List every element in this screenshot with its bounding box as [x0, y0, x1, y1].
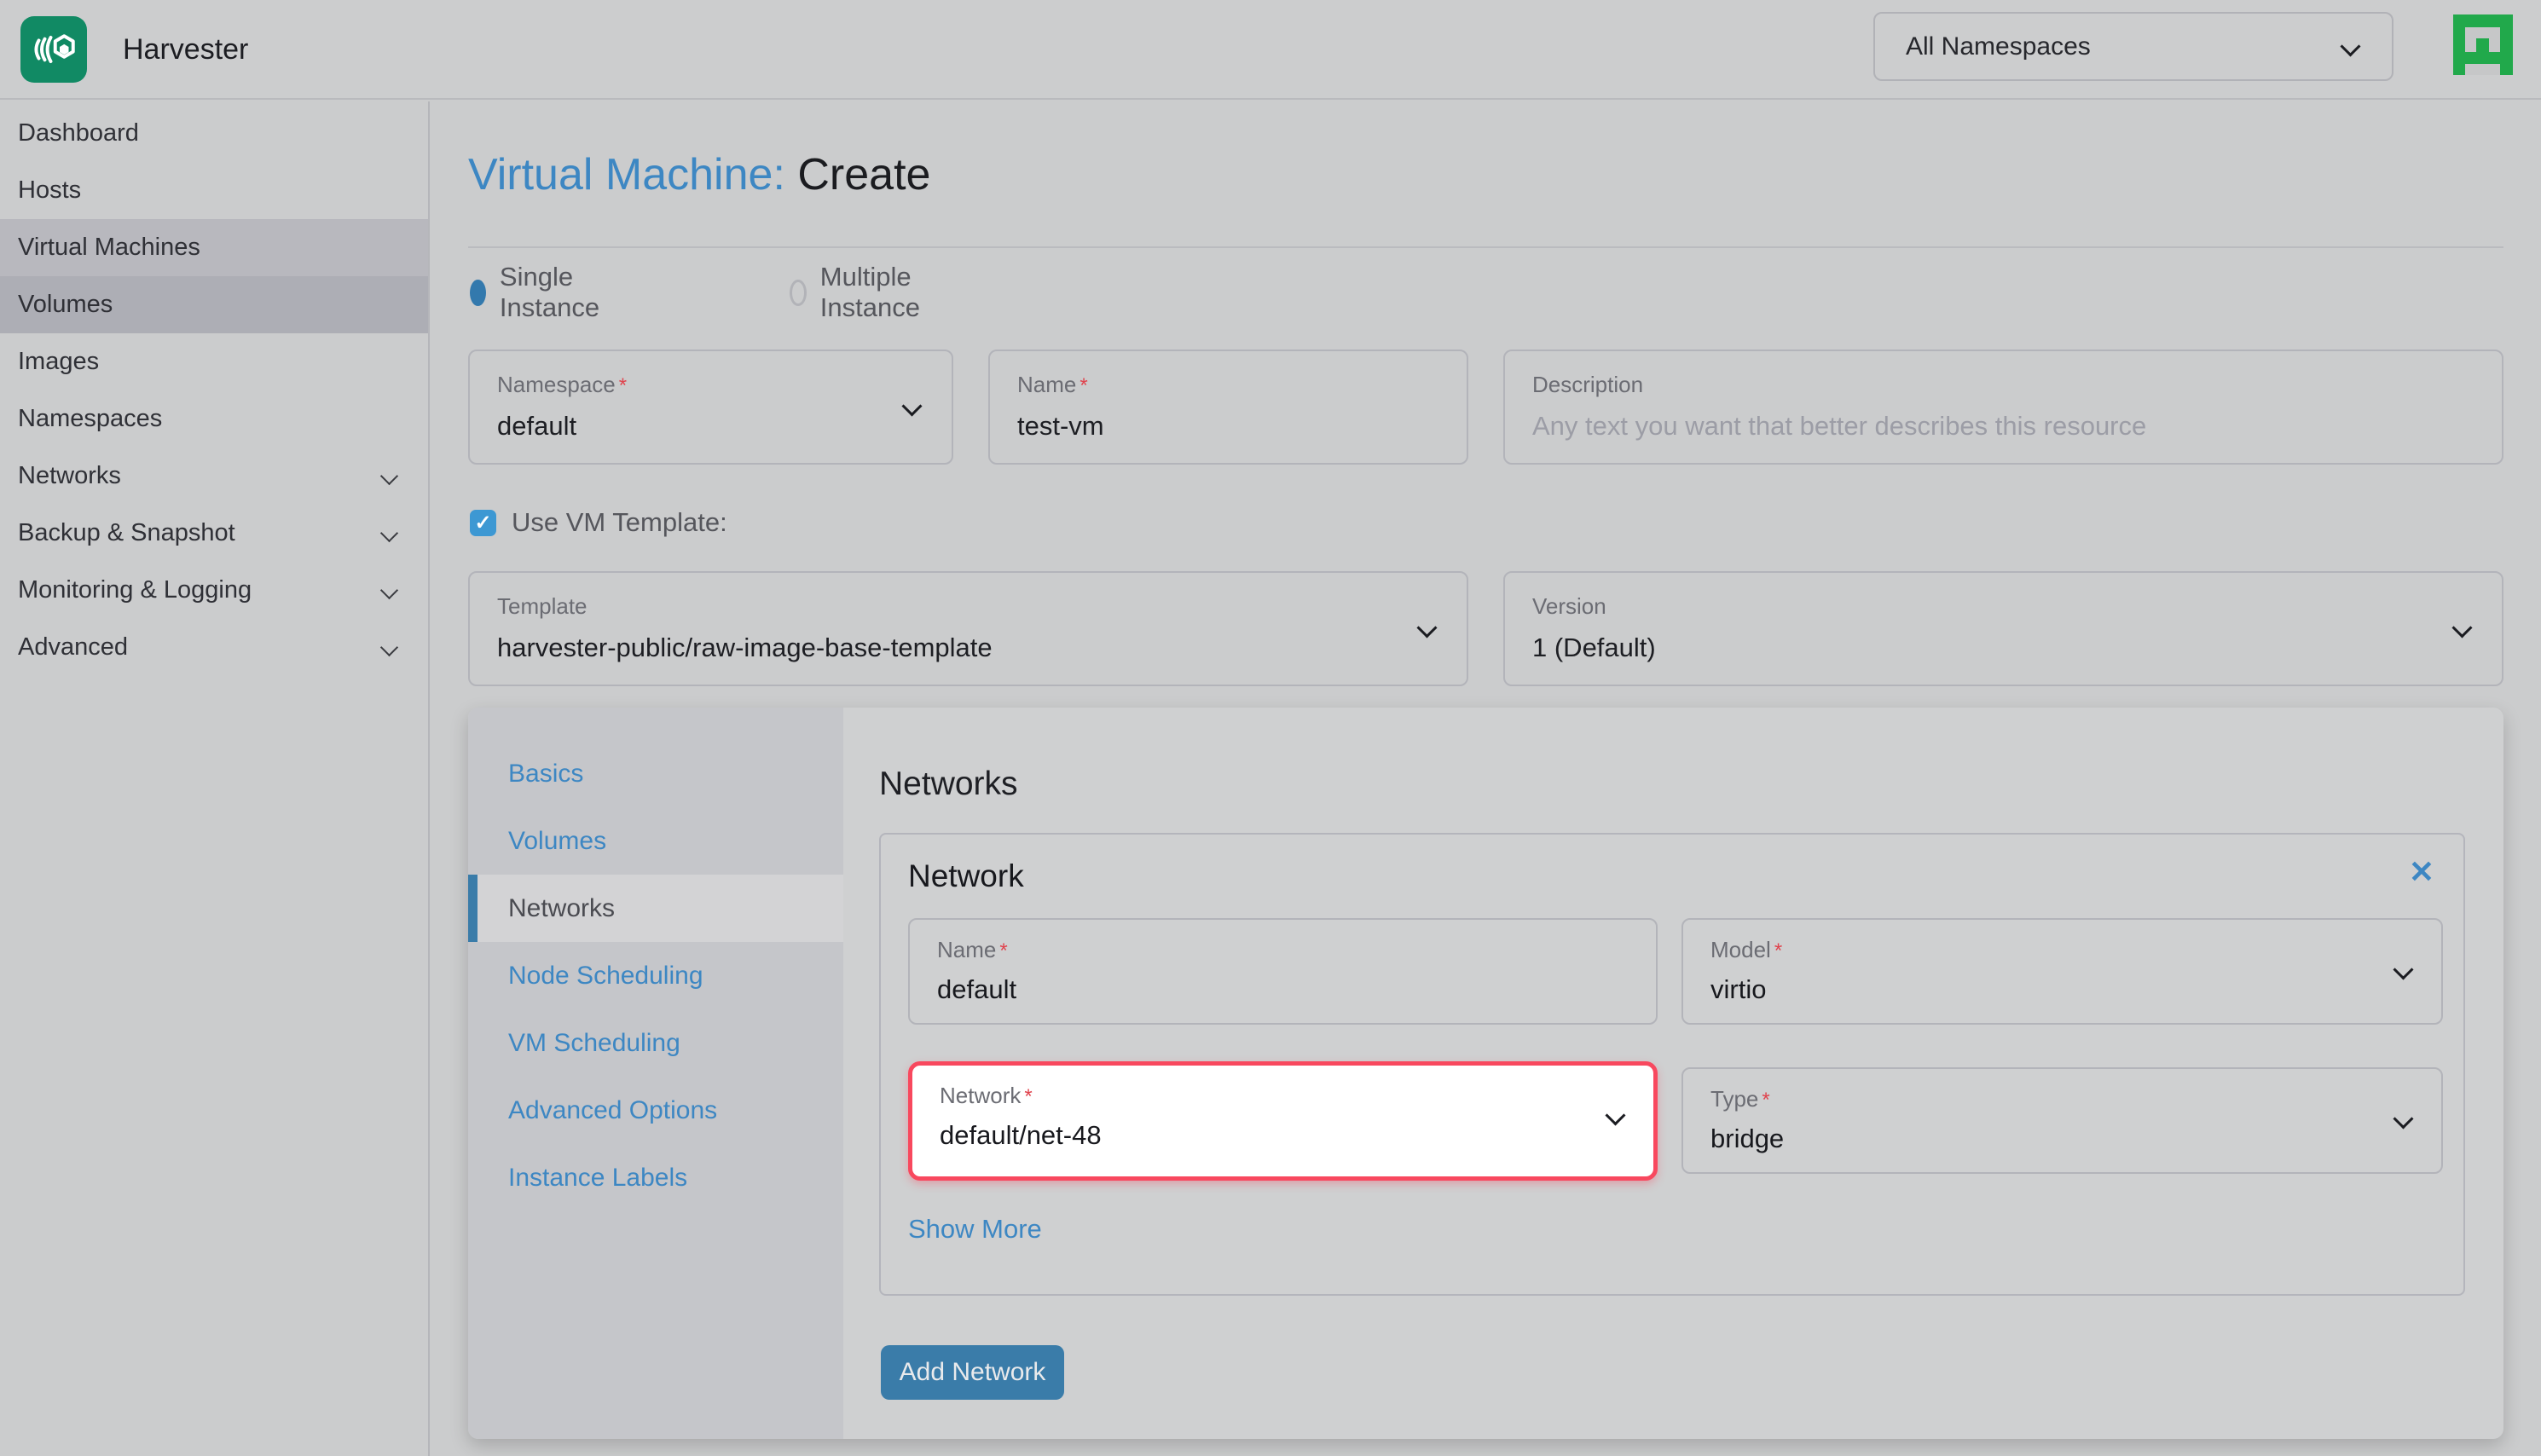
avatar-shape [2465, 64, 2500, 75]
tab-vm-scheduling[interactable]: VM Scheduling [468, 1009, 843, 1077]
radio-unselected-icon [790, 280, 807, 306]
chevron-down-icon [380, 467, 398, 485]
tab-basics[interactable]: Basics [468, 740, 843, 807]
networks-section-heading: Networks [879, 766, 1018, 803]
sidebar-item-volumes[interactable]: Volumes [0, 276, 428, 333]
multiple-instance-radio[interactable]: Multiple Instance [790, 267, 929, 318]
chevron-down-icon [2340, 36, 2360, 56]
model-select[interactable]: Model* virtio [1681, 918, 2443, 1025]
sidebar-item-backup-snapshot[interactable]: Backup & Snapshot [0, 505, 428, 562]
namespace-selector-value: All Namespaces [1906, 32, 2091, 61]
name-field[interactable]: Name* test-vm [988, 350, 1468, 465]
add-network-button[interactable]: Add Network [881, 1345, 1064, 1400]
sidebar-item-advanced[interactable]: Advanced [0, 619, 428, 676]
page-title: Virtual Machine: Create [468, 149, 930, 200]
sidebar-item-virtual-machines[interactable]: Virtual Machines [0, 219, 428, 276]
chevron-down-icon [2393, 1108, 2413, 1129]
network-card-title: Network [908, 858, 1024, 894]
chevron-down-icon [1416, 617, 1437, 638]
harvester-app: Harvester All Namespaces Dashboard Hosts… [0, 0, 2541, 1456]
show-more-link[interactable]: Show More [908, 1214, 1042, 1245]
checkbox-checked-icon: ✓ [470, 510, 496, 536]
tab-instance-labels[interactable]: Instance Labels [468, 1144, 843, 1211]
network-select-error[interactable]: Network* default/net-48 [908, 1061, 1658, 1181]
version-value: 1 (Default) [1532, 633, 1656, 663]
tab-advanced-options[interactable]: Advanced Options [468, 1077, 843, 1144]
avatar-shape [2476, 38, 2489, 52]
chevron-down-icon [380, 581, 398, 599]
chevron-down-icon [2393, 959, 2413, 979]
template-value: harvester-public/raw-image-base-template [497, 633, 993, 663]
chevron-down-icon [1605, 1105, 1625, 1125]
required-asterisk: * [1774, 939, 1782, 962]
single-instance-radio[interactable]: Single Instance [470, 267, 610, 318]
required-asterisk: * [1079, 374, 1087, 397]
required-asterisk: * [619, 374, 627, 397]
description-placeholder: Any text you want that better describes … [1532, 411, 2146, 442]
harvester-logo-glyph [30, 26, 78, 73]
namespace-select[interactable]: Namespace* default [468, 350, 953, 465]
namespace-selector[interactable]: All Namespaces [1873, 12, 2393, 81]
sidebar-item-dashboard[interactable]: Dashboard [0, 105, 428, 162]
sidebar-item-images[interactable]: Images [0, 333, 428, 390]
version-select[interactable]: Version 1 (Default) [1503, 571, 2503, 686]
namespace-value: default [497, 411, 576, 442]
chevron-down-icon [380, 638, 398, 656]
harvester-logo-icon [20, 16, 87, 83]
sidebar-nav: Dashboard Hosts Virtual Machines Volumes… [0, 101, 430, 1456]
main-content: Virtual Machine: Create Single Instance … [431, 100, 2541, 1456]
sidebar-item-hosts[interactable]: Hosts [0, 162, 428, 219]
chevron-down-icon [380, 524, 398, 542]
networks-tab-content: Networks Network ✕ Name* default Model* … [843, 708, 2503, 1439]
required-asterisk: * [1762, 1089, 1769, 1112]
page-title-action: Create [797, 150, 930, 199]
vm-form-panel: Basics Volumes Networks Node Scheduling … [468, 708, 2503, 1439]
title-divider [468, 246, 2503, 248]
form-tabstrip: Basics Volumes Networks Node Scheduling … [468, 708, 843, 1439]
user-avatar[interactable] [2453, 14, 2513, 75]
tab-volumes[interactable]: Volumes [468, 807, 843, 875]
type-select[interactable]: Type* bridge [1681, 1067, 2443, 1174]
template-select[interactable]: Template harvester-public/raw-image-base… [468, 571, 1468, 686]
tab-networks[interactable]: Networks [468, 875, 843, 942]
tab-node-scheduling[interactable]: Node Scheduling [468, 942, 843, 1009]
network-card: Network ✕ Name* default Model* virtio Ne… [879, 833, 2465, 1296]
sidebar-item-namespaces[interactable]: Namespaces [0, 390, 428, 448]
name-value: test-vm [1017, 411, 1104, 442]
sidebar-item-monitoring-logging[interactable]: Monitoring & Logging [0, 562, 428, 619]
chevron-down-icon [901, 396, 922, 416]
type-value: bridge [1710, 1124, 1784, 1154]
sidebar-item-networks[interactable]: Networks [0, 448, 428, 505]
network-name-value: default [937, 974, 1016, 1005]
model-value: virtio [1710, 974, 1766, 1005]
app-title: Harvester [123, 0, 248, 100]
use-vm-template-checkbox[interactable]: ✓ Use VM Template: [470, 507, 727, 538]
close-icon[interactable]: ✕ [2409, 857, 2434, 887]
network-name-field[interactable]: Name* default [908, 918, 1658, 1025]
page-title-resource: Virtual Machine: [468, 150, 785, 199]
network-select-value: default/net-48 [940, 1120, 1102, 1151]
top-header: Harvester All Namespaces [0, 0, 2541, 100]
required-asterisk: * [1024, 1085, 1032, 1108]
chevron-down-icon [2451, 617, 2472, 638]
required-asterisk: * [999, 939, 1007, 962]
radio-selected-icon [470, 280, 486, 306]
description-field[interactable]: Description Any text you want that bette… [1503, 350, 2503, 465]
